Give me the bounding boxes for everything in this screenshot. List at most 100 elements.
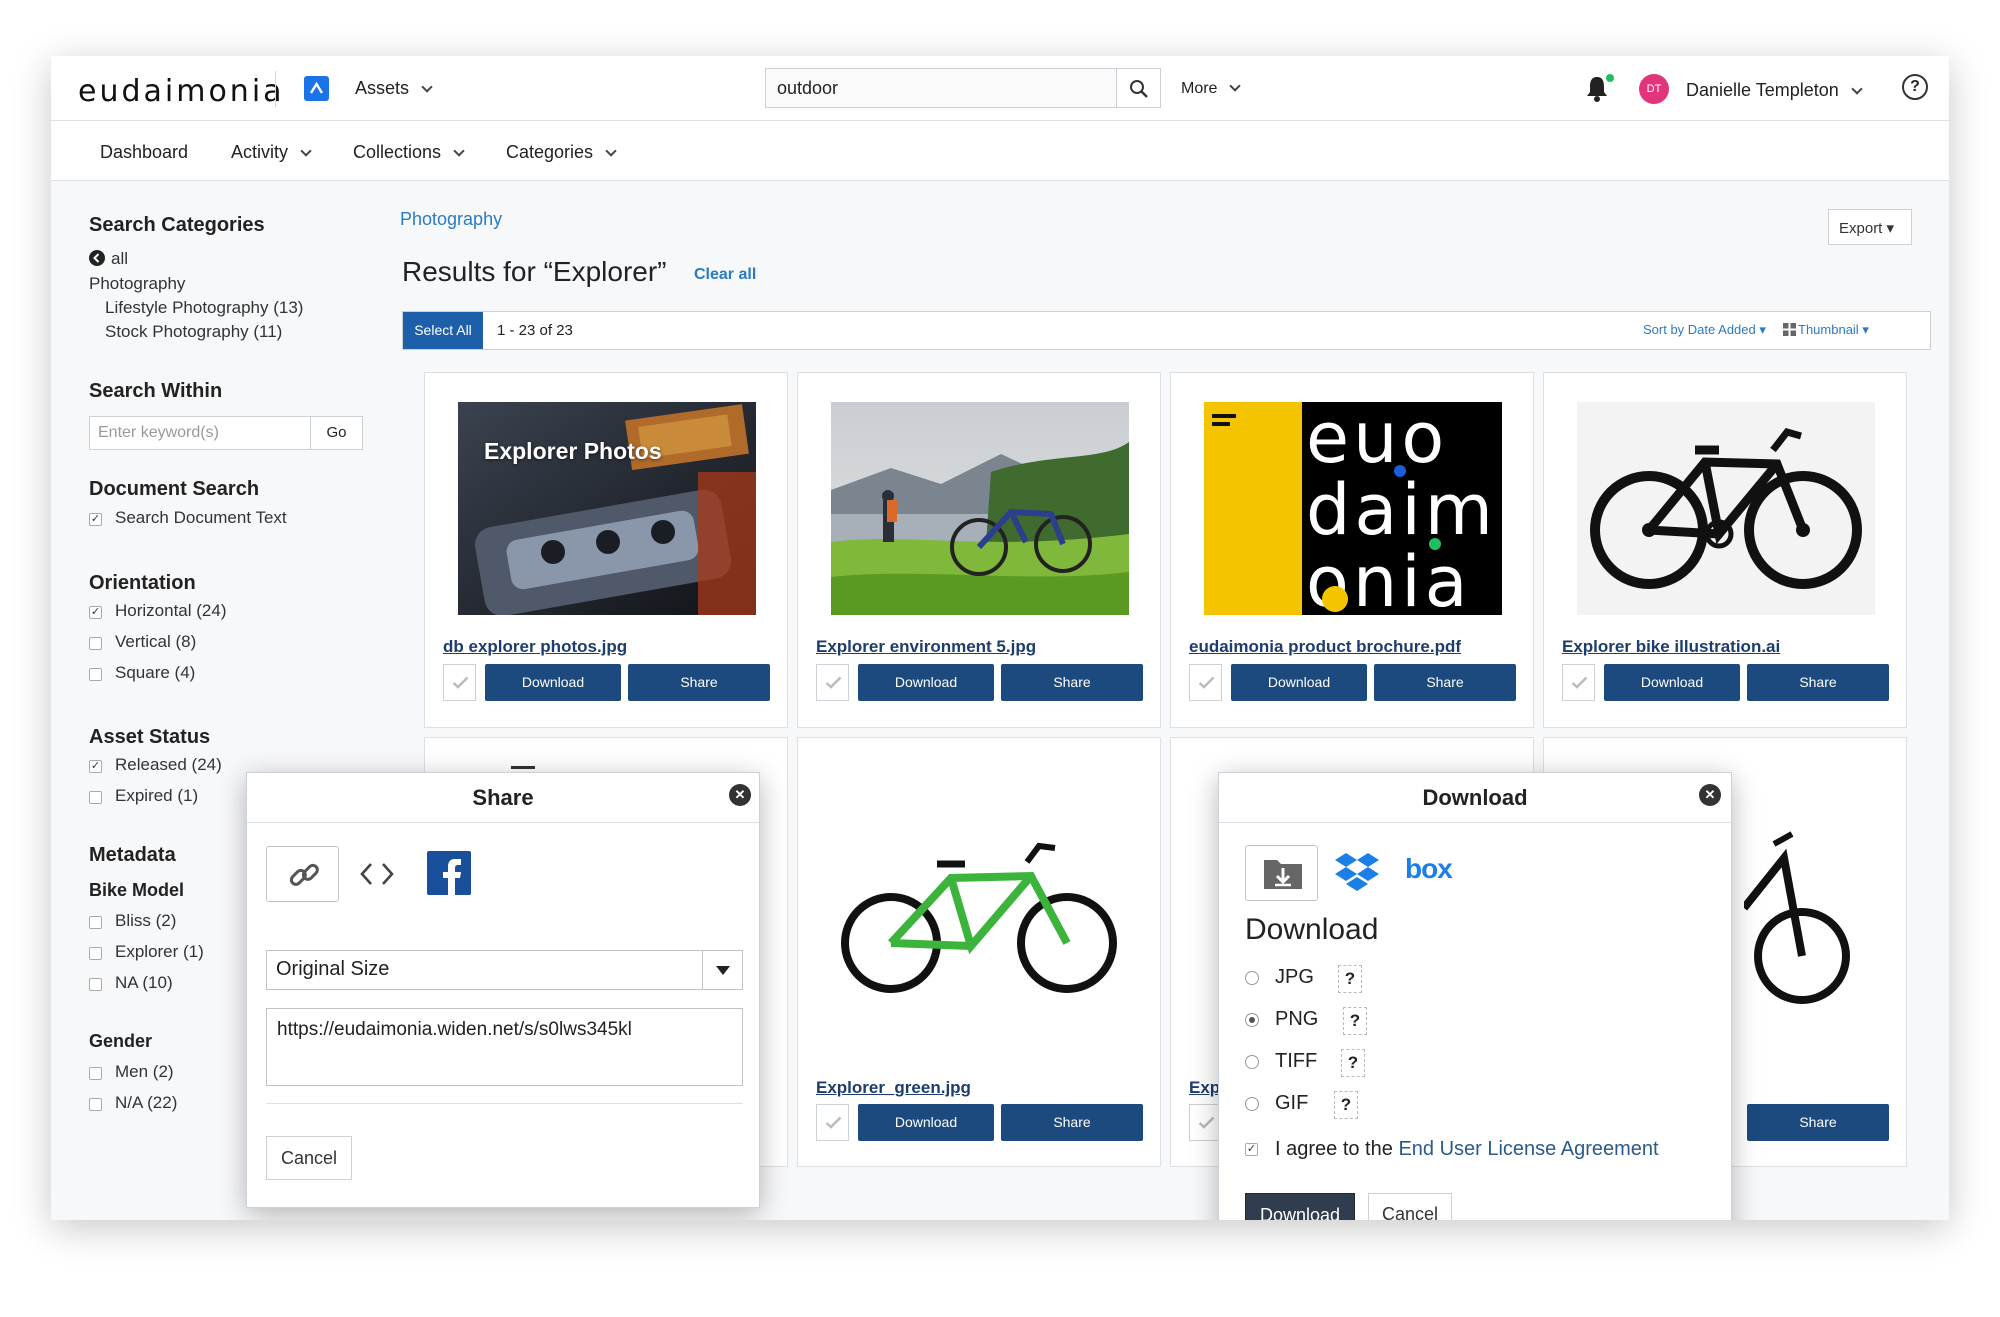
- asset-title[interactable]: eudaimonia product brochure.pdf: [1189, 637, 1461, 657]
- back-circle-icon[interactable]: [89, 250, 105, 266]
- checkbox-released[interactable]: ✓: [89, 760, 102, 773]
- checkbox-search-document-text[interactable]: ✓: [89, 513, 102, 526]
- share-button[interactable]: Share: [1001, 1104, 1143, 1141]
- asset-thumbnail[interactable]: Explorer Photos: [458, 402, 756, 615]
- app-switcher-icon[interactable]: [304, 76, 329, 101]
- radio-tiff[interactable]: [1245, 1055, 1259, 1069]
- checkbox-vertical[interactable]: [89, 637, 102, 650]
- close-icon[interactable]: ✕: [1699, 784, 1721, 806]
- category-lifestyle[interactable]: Lifestyle Photography (13): [105, 298, 303, 318]
- select-checkbox[interactable]: [443, 664, 476, 701]
- download-button[interactable]: Download: [485, 664, 621, 701]
- share-button[interactable]: Share: [1747, 1104, 1889, 1141]
- sort-dropdown[interactable]: Sort by Date Added ▾: [1643, 322, 1766, 338]
- dropbox-icon[interactable]: [1335, 851, 1379, 891]
- share-button[interactable]: Share: [1001, 664, 1143, 701]
- user-menu[interactable]: Danielle Templeton: [1686, 80, 1863, 101]
- agree-checkbox[interactable]: ✓: [1245, 1143, 1258, 1156]
- keyword-input[interactable]: Enter keyword(s): [89, 416, 311, 450]
- download-button[interactable]: Download: [1245, 1193, 1355, 1220]
- help-icon[interactable]: ?: [1341, 1049, 1365, 1077]
- asset-thumbnail[interactable]: [1577, 402, 1875, 615]
- nav-categories[interactable]: Categories: [506, 142, 617, 163]
- select-all-button[interactable]: Select All: [403, 312, 483, 349]
- checkbox-label: Vertical (8): [115, 632, 197, 651]
- share-button[interactable]: Share: [1374, 664, 1516, 701]
- asset-thumbnail[interactable]: euo daim onia: [1204, 402, 1502, 615]
- checkbox-explorer[interactable]: [89, 947, 102, 960]
- nav-collections[interactable]: Collections: [353, 142, 465, 163]
- download-button[interactable]: Download: [1604, 664, 1740, 701]
- app-menu[interactable]: Assets: [355, 78, 433, 99]
- help-icon[interactable]: ?: [1902, 74, 1928, 100]
- view-dropdown[interactable]: Thumbnail ▾: [1798, 322, 1869, 338]
- category-all[interactable]: all: [111, 249, 128, 269]
- local-download-tab[interactable]: [1245, 845, 1318, 901]
- checkbox-gender-na[interactable]: [89, 1098, 102, 1111]
- download-button[interactable]: Download: [858, 664, 994, 701]
- share-button[interactable]: Share: [628, 664, 770, 701]
- asset-title[interactable]: db explorer photos.jpg: [443, 637, 627, 657]
- select-checkbox[interactable]: [816, 664, 849, 701]
- asset-card[interactable]: Explorer Photos db explorer photos.jpg D…: [424, 372, 788, 728]
- checkbox-na[interactable]: [89, 978, 102, 991]
- asset-thumbnail[interactable]: [831, 818, 1129, 1018]
- asset-card[interactable]: Explorer environment 5.jpg Download Shar…: [797, 372, 1161, 728]
- asset-thumbnail[interactable]: [1744, 818, 1864, 1018]
- category-stock[interactable]: Stock Photography (11): [105, 322, 282, 342]
- radio-jpg[interactable]: [1245, 971, 1259, 985]
- asset-title[interactable]: Explorer environment 5.jpg: [816, 637, 1036, 657]
- brochure-text-line: daim: [1306, 469, 1497, 551]
- help-icon[interactable]: ?: [1334, 1091, 1358, 1119]
- notification-dot: [1606, 74, 1614, 82]
- avatar[interactable]: DT: [1639, 74, 1669, 104]
- select-checkbox[interactable]: [1562, 664, 1595, 701]
- search-input[interactable]: outdoor: [765, 68, 1117, 108]
- export-button[interactable]: Export ▾: [1828, 209, 1912, 245]
- checkbox-square[interactable]: [89, 668, 102, 681]
- more-menu[interactable]: More: [1181, 80, 1242, 98]
- checkbox-horizontal[interactable]: ✓: [89, 606, 102, 619]
- checkbox-expired[interactable]: [89, 791, 102, 804]
- asset-thumbnail[interactable]: [831, 402, 1129, 615]
- size-select[interactable]: Original Size: [266, 950, 743, 990]
- select-checkbox[interactable]: [816, 1104, 849, 1141]
- search-button[interactable]: [1117, 68, 1161, 108]
- brochure-text-line: euo: [1306, 402, 1449, 479]
- checkbox-men[interactable]: [89, 1067, 102, 1080]
- facebook-icon[interactable]: [427, 851, 471, 895]
- embed-code-icon[interactable]: [359, 861, 395, 887]
- cancel-button[interactable]: Cancel: [1368, 1193, 1452, 1220]
- nav-activity[interactable]: Activity: [231, 142, 312, 163]
- breadcrumb[interactable]: Photography: [400, 209, 502, 230]
- checkbox-bliss[interactable]: [89, 916, 102, 929]
- download-button[interactable]: Download: [1231, 664, 1367, 701]
- category-photography[interactable]: Photography: [89, 274, 185, 294]
- asset-title[interactable]: Explorer_green.jpg: [816, 1078, 971, 1098]
- box-logo[interactable]: box: [1405, 853, 1453, 885]
- help-icon[interactable]: ?: [1343, 1007, 1367, 1035]
- radio-gif[interactable]: [1245, 1097, 1259, 1111]
- close-icon[interactable]: ✕: [729, 784, 751, 806]
- check-icon: [1198, 676, 1215, 689]
- select-checkbox[interactable]: [1189, 664, 1222, 701]
- help-icon[interactable]: ?: [1338, 965, 1362, 993]
- radio-png[interactable]: [1245, 1013, 1259, 1027]
- asset-card[interactable]: Explorer_green.jpg Download Share: [797, 737, 1161, 1167]
- share-link-field[interactable]: https://eudaimonia.widen.net/s/s0lws345k…: [266, 1008, 743, 1086]
- asset-card[interactable]: Explorer bike illustration.ai Download S…: [1543, 372, 1907, 728]
- checkbox-label: Expired (1): [115, 786, 199, 805]
- share-button[interactable]: Share: [1747, 664, 1889, 701]
- brand-logo[interactable]: eudaimonia: [78, 74, 285, 109]
- eula-link[interactable]: End User License Agreement: [1398, 1138, 1658, 1160]
- go-button[interactable]: Go: [311, 416, 363, 450]
- checkbox-label: Men (2): [115, 1062, 174, 1081]
- asset-card[interactable]: euo daim onia eudaimonia product brochur…: [1170, 372, 1534, 728]
- copy-link-tab[interactable]: [266, 846, 339, 902]
- cancel-button[interactable]: Cancel: [266, 1136, 352, 1180]
- download-folder-icon: [1264, 860, 1302, 889]
- clear-all-link[interactable]: Clear all: [694, 266, 756, 284]
- download-button[interactable]: Download: [858, 1104, 994, 1141]
- asset-title[interactable]: Explorer bike illustration.ai: [1562, 637, 1780, 657]
- nav-dashboard[interactable]: Dashboard: [100, 142, 188, 163]
